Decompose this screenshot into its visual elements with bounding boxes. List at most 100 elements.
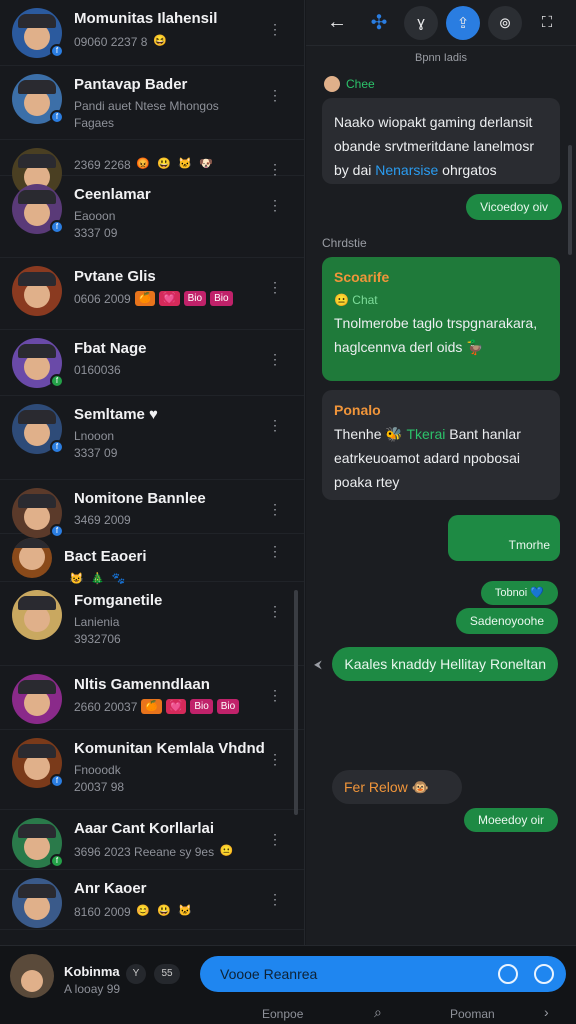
chat-row[interactable]: f Fbat Nage 0160036 ⋮ [0,330,304,396]
bottom-bar: Kobinma A looay 99 Y 55 Voooe Reanrea Eo… [0,945,576,1024]
chat-row[interactable]: f Komunitan Kemlala Vhdnd Fnooodk 20037 98 ⋮ [0,730,304,810]
nav-item-2[interactable]: Pooman [450,1007,495,1021]
avatar [12,266,62,316]
back-arrow-icon[interactable]: ← [320,6,354,40]
message-bubble-2[interactable]: Scoarife 😐 Chat Tnolmerobe taglo trspgna… [322,257,560,381]
more-options-icon[interactable]: ⋮ [268,502,282,516]
chat-row[interactable]: Bact Eaoeri 😺 🎄 🐾 ⋮ [0,534,304,585]
chat-row[interactable]: Fomganetile Lanienia 3932706 ⋮ [0,582,304,666]
message-bubble-1[interactable]: Naako wiopakt gaming derlansit obande sr… [322,98,560,184]
message-bubble-3[interactable]: Ponalo Thenhe 🐝 Tkerai Bant hanlar eatrk… [322,390,560,500]
avatar: f [12,488,64,538]
more-options-icon[interactable]: ⋮ [268,22,282,36]
chat-row[interactable]: Pvtane Glis 0606 2009 🍊 💓 Bio Bio ⋮ [0,258,304,330]
message-2-sender: 😐 Chat [334,293,378,307]
reaction-pill-2[interactable]: Tmorhe [500,532,558,558]
more-options-icon[interactable]: ⋮ [268,418,282,432]
more-options-icon[interactable]: ⋮ [268,832,282,846]
avatar: f [12,818,64,868]
avatar: f [12,338,64,388]
avatar: f [12,738,64,788]
msg1-sender-name: Chee [346,77,375,91]
chat-timestamp: 3337 09 [74,446,118,460]
reaction-icon: Bio [210,291,233,306]
chat-row[interactable]: 2369 2268 😡 😃 🐱 🐶 ⋮ [0,140,304,198]
message-2-text: Tnolmerobe taglo trspgnarakara, haglcenn… [334,315,538,355]
avatar: f [12,404,64,454]
avatar [12,590,62,640]
chat-list-scrollbar[interactable] [294,590,298,815]
forward-icon[interactable]: ⮜ [314,659,322,672]
message-input[interactable]: Voooe Reanrea [200,956,566,992]
filter-button[interactable]: Y [126,964,146,984]
message-3-text: Thenhe 🐝 Tkerai Bant hanlar eatrkeuoamot… [334,426,521,490]
reaction-icon: 🍊 [141,699,162,714]
reaction-pill-4[interactable]: Sadenoyoohe [455,608,558,634]
more-options-icon[interactable]: ⋮ [268,352,282,366]
platform-badge-icon: f [50,440,64,454]
conversation-scrollbar[interactable] [568,145,572,255]
user-name: Kobinma [64,964,120,979]
more-options-icon[interactable]: ⋮ [268,892,282,906]
more-options-icon[interactable]: ⋮ [268,280,282,294]
nav-item-1[interactable]: Eonpoe [262,1007,303,1021]
platform-badge-icon: f [50,220,64,234]
chat-row[interactable]: f Ceenlamar Eaooon 3337 09 ⋮ [0,176,304,258]
chat-row[interactable]: Anr Kaoer 8160 2009 😊 😃 🐱 ⋮ [0,870,304,930]
apps-icon[interactable]: ✣ [362,6,396,40]
platform-badge-icon: f [50,110,64,124]
reaction-pill-5[interactable]: Kaales knaddy Hellitay Roneltan [332,647,558,681]
avatar: f [12,74,64,124]
user-avatar[interactable] [10,954,54,998]
search-icon[interactable]: ⌕ [374,1004,382,1021]
reaction-icon: 💓 [159,291,180,306]
expand-icon[interactable]: ⛶ [530,6,564,40]
chat-timestamp: Fagaes [74,116,115,130]
reply-bubble[interactable]: Fer Relow 🐵 [332,770,462,804]
chat-row[interactable]: f Pantavap Bader Pandi auet Ntese Mhongos F… [0,66,304,140]
conversation-toolbar: ← ✣ ɣ ⇪ ⊚ ⛶ [306,0,576,46]
message-2-title: Scoarife [334,269,390,285]
chat-row[interactable]: f Momunitas Ilahensil 09060 2237 8 😆 ⋮ [0,0,304,66]
pin-icon[interactable]: ɣ [404,5,438,40]
chat-row[interactable]: Nltis Gamenndlaan 2660 20037 🍊 💓 Bio Bio ⋮ [0,666,304,730]
reaction-pill-1[interactable]: Vicoedoy oiv [466,194,562,220]
reaction-pill-3[interactable]: Tobnoi 💙 [480,581,558,605]
chat-timestamp: 3932706 [74,632,121,646]
attach-icon[interactable] [498,964,518,984]
reaction-icon: 🍊 [134,291,156,306]
group-header: Bpnn Iadis [415,52,467,64]
more-options-icon[interactable]: ⋮ [268,198,282,212]
reaction-icon: 🐱 [178,158,193,170]
more-options-icon[interactable]: ⋮ [268,88,282,102]
chat-list[interactable]: f Momunitas Ilahensil 09060 2237 8 😆 ⋮ f Panta… [0,0,305,945]
settings-icon[interactable]: ⊚ [488,5,522,40]
app-root: f Momunitas Ilahensil 09060 2237 8 😆 ⋮ f Panta… [0,0,576,1024]
reaction-icon: 😡 [136,158,151,170]
share-icon[interactable]: ⇪ [446,5,480,40]
count-button[interactable]: 55 [154,964,180,984]
more-options-icon[interactable]: ⋮ [268,604,282,618]
more-options-icon[interactable]: ⋮ [268,688,282,702]
avatar: f [12,8,64,58]
conversation-pane: ← ✣ ɣ ⇪ ⊚ ⛶ Bpnn Iadis Chee Naako wiopak… [306,0,576,945]
sender-label-2: Chrdstie [322,236,367,250]
send-icon[interactable] [534,964,554,984]
chevron-right-icon[interactable]: › [544,1004,549,1020]
avatar [12,878,62,928]
reaction-icon: 😃 [157,158,172,170]
reaction-icon: 💓 [165,699,187,714]
message-input-placeholder: Voooe Reanrea [220,966,318,982]
msg1-sender: Chee [324,76,375,92]
chat-row[interactable]: f Aaar Cant Korllarlai 3696 2023 Reeane sy… [0,810,304,870]
chat-row[interactable]: f Semltame ♥ Lnooon 3337 09 ⋮ [0,396,304,480]
platform-badge-icon: f [50,44,64,58]
more-options-icon[interactable]: ⋮ [268,544,282,558]
chat-row[interactable]: f Nomitone Bannlee 3469 2009 ⋮ [0,480,304,538]
platform-badge-icon: f [50,374,64,388]
more-options-icon[interactable]: ⋮ [268,162,282,176]
message-3-title: Ponalo [334,402,381,418]
more-options-icon[interactable]: ⋮ [268,752,282,766]
avatar [12,538,52,588]
reaction-pill-6[interactable]: Moeedoy oir [463,808,558,832]
